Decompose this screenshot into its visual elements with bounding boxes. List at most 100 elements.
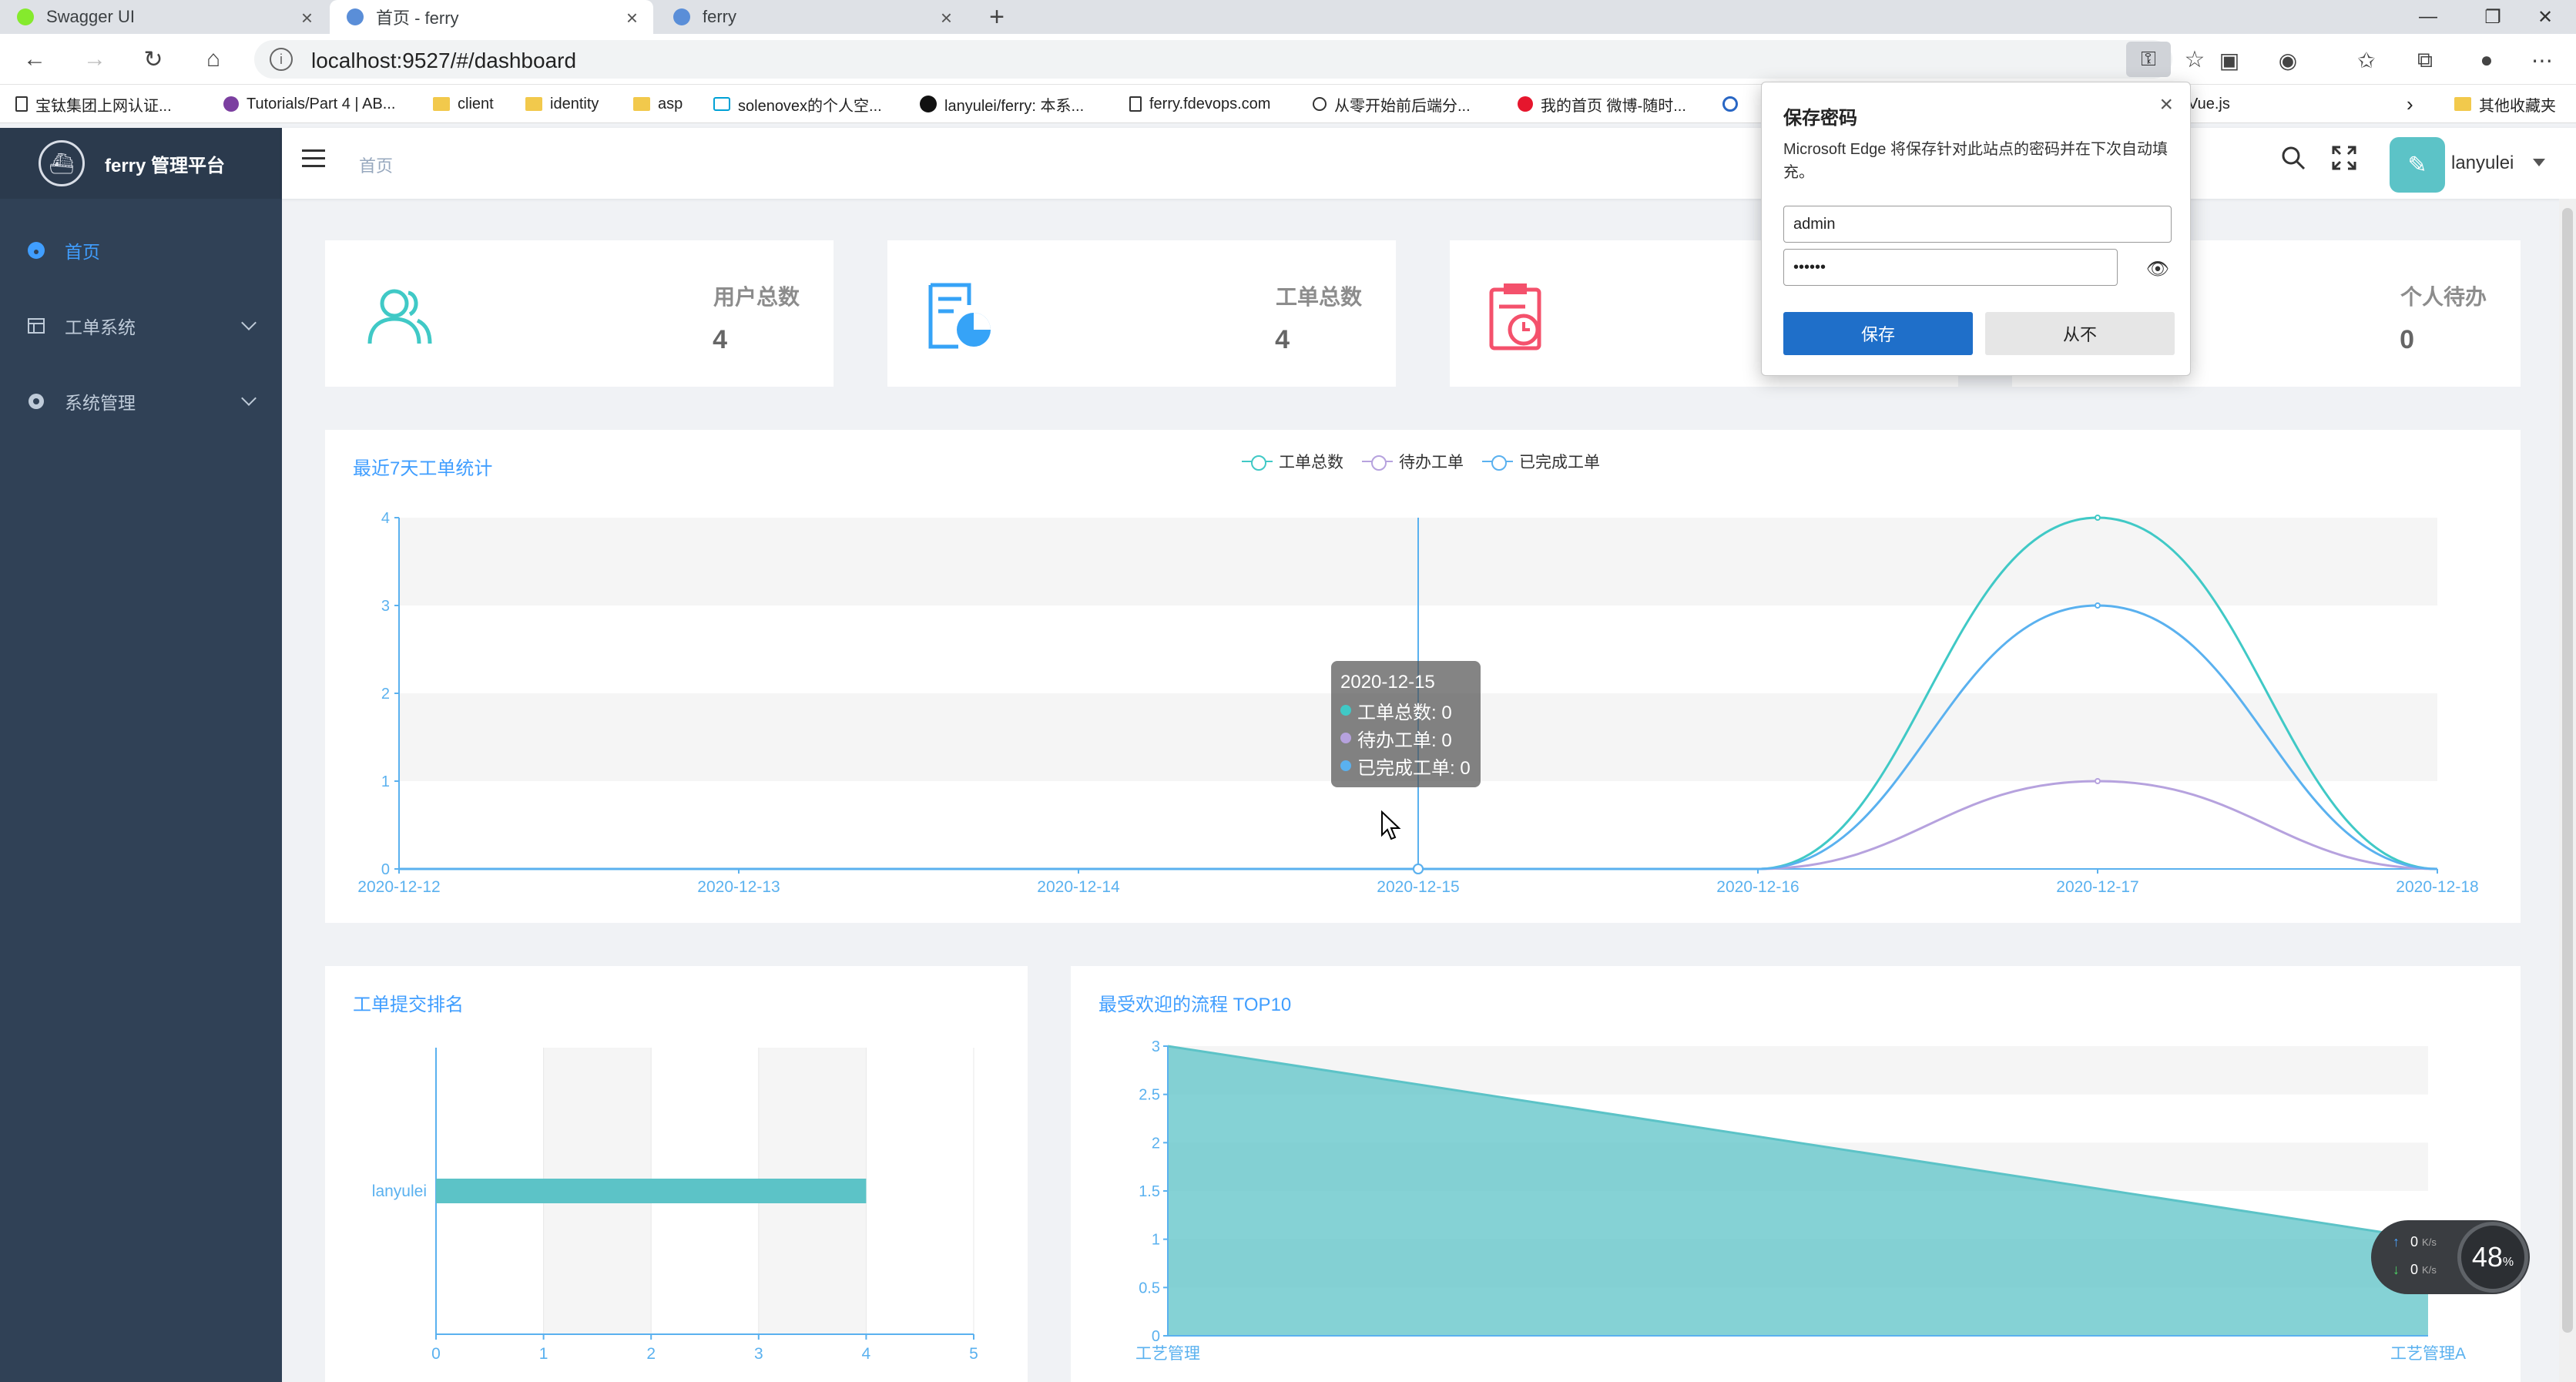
home-icon[interactable]: ⌂ xyxy=(196,42,231,77)
chevron-down-icon xyxy=(241,391,257,406)
bookmark-item[interactable]: ferry.fdevops.com xyxy=(1129,85,1270,123)
save-password-dialog: 保存密码 × Microsoft Edge 将保存针对此站点的密码并在下次自动填… xyxy=(1761,82,2191,376)
bookmark-item[interactable]: client xyxy=(433,85,494,123)
app-logo[interactable]: ⛴ ferry 管理平台 xyxy=(0,128,282,199)
vue-icon xyxy=(1722,96,1738,112)
eye-icon[interactable]: 👁 xyxy=(2144,258,2172,280)
url-text[interactable]: localhost:9527/#/dashboard xyxy=(311,49,576,73)
bookmark-item[interactable]: 我的首页 微博-随时... xyxy=(1518,85,1686,123)
extension-globe-icon[interactable]: ◉ xyxy=(2272,45,2303,75)
caret-down-icon[interactable] xyxy=(2533,159,2545,166)
close-icon[interactable]: × xyxy=(2159,92,2173,118)
bookmark-item[interactable]: asp xyxy=(633,85,683,123)
bookmark-item[interactable] xyxy=(1722,85,1746,123)
site-info-icon[interactable]: i xyxy=(270,48,293,71)
profile-icon[interactable]: ● xyxy=(2471,45,2502,75)
tab-ferry[interactable]: ferry × xyxy=(656,0,968,34)
bar-chart[interactable]: 0 1 2 3 4 5 lanyulei xyxy=(325,966,1028,1382)
github-icon xyxy=(920,96,937,112)
sidebar-item-label: 系统管理 xyxy=(65,393,136,413)
x-tick-label: 4 xyxy=(862,1345,871,1363)
browser-tab-bar: Swagger UI × 首页 - ferry × ferry × + — ❐ … xyxy=(0,0,2576,34)
stat-label: 个人待办 xyxy=(2400,285,2487,309)
bookmark-item[interactable]: solenovex的个人空... xyxy=(713,85,882,123)
address-bar[interactable]: i localhost:9527/#/dashboard ⚿ ☆ xyxy=(254,40,2205,79)
close-tab-icon[interactable]: × xyxy=(941,6,952,30)
refresh-icon[interactable]: ↻ xyxy=(136,42,171,77)
folder-icon xyxy=(633,97,650,111)
more-menu-icon[interactable]: ⋯ xyxy=(2527,45,2558,75)
save-button[interactable]: 保存 xyxy=(1783,312,1973,355)
tooltip-title: 2020-12-15 xyxy=(1340,672,1435,693)
sidebar: ⛴ ferry 管理平台 首页 工单系统 系统管理 xyxy=(0,128,282,1382)
bookmarks-overflow-chevron-icon[interactable]: › xyxy=(2407,85,2413,123)
series-dot-icon xyxy=(1340,760,1351,771)
sidebar-item-dashboard[interactable]: 首页 xyxy=(0,213,282,288)
collections-icon[interactable]: ⧉ xyxy=(2410,45,2440,75)
bookmark-item[interactable]: identity xyxy=(525,85,599,123)
area-chart[interactable]: 0 0.5 1 1.5 2 2.5 3 工艺管理 工艺管理A xyxy=(1071,966,2521,1382)
close-tab-icon[interactable]: × xyxy=(301,6,313,30)
username-field[interactable]: admin xyxy=(1783,206,2172,243)
data-point[interactable] xyxy=(2095,602,2101,609)
x-tick-label: 2020-12-16 xyxy=(1716,878,1799,896)
bookmark-other-folder[interactable]: 其他收藏夹 xyxy=(2454,85,2556,123)
extension-icon[interactable]: ▣ xyxy=(2214,45,2245,75)
series-dot-icon xyxy=(1340,733,1351,743)
bilibili-icon xyxy=(713,97,730,111)
x-tick-label: 2020-12-18 xyxy=(2396,878,2478,896)
y-tick-label: 0 xyxy=(381,861,390,878)
data-point[interactable] xyxy=(1413,864,1424,874)
bookmark-item[interactable]: 宝钛集团上网认证... xyxy=(15,85,172,123)
circle-icon xyxy=(223,96,239,112)
hamburger-icon[interactable] xyxy=(302,149,325,169)
forward-icon[interactable]: → xyxy=(77,42,112,77)
chevron-down-icon xyxy=(241,315,257,330)
app-title: ferry 管理平台 xyxy=(105,155,226,176)
bookmark-item[interactable]: lanyulei/ferry: 本系... xyxy=(920,85,1084,123)
swagger-favicon-icon xyxy=(17,8,34,25)
password-key-icon[interactable]: ⚿ xyxy=(2126,42,2171,77)
stat-label: 工单总数 xyxy=(1275,285,1362,309)
sidebar-item-system[interactable]: 系统管理 xyxy=(0,364,282,439)
ship-logo-icon: ⛴ xyxy=(39,140,85,186)
y-tick-label: lanyulei xyxy=(372,1182,427,1200)
document-chart-icon xyxy=(928,283,991,349)
tab-swagger[interactable]: Swagger UI × xyxy=(0,0,328,34)
close-window-icon[interactable]: ✕ xyxy=(2514,0,2576,34)
close-tab-icon[interactable]: × xyxy=(626,6,638,30)
avatar[interactable]: ✎ xyxy=(2390,137,2445,193)
data-point[interactable] xyxy=(2095,778,2101,784)
data-point[interactable] xyxy=(2095,515,2101,521)
minimize-icon[interactable]: — xyxy=(2397,0,2459,34)
password-field[interactable]: •••••• xyxy=(1783,249,2118,286)
stat-card-workorders[interactable]: 工单总数 4 xyxy=(887,240,1396,387)
search-icon[interactable] xyxy=(2280,145,2306,178)
scrollbar-thumb[interactable] xyxy=(2562,208,2573,1333)
network-speed-widget[interactable]: ↑ 0 K/s ↓ 0 K/s 48% xyxy=(2371,1220,2530,1294)
fullscreen-icon[interactable] xyxy=(2331,145,2357,178)
ferry-favicon-icon xyxy=(673,8,690,25)
favorites-icon[interactable]: ✩ xyxy=(2351,45,2382,75)
bar-chart-panel: 工单提交排名 0 1 2 3 4 5 lanyulei xyxy=(325,966,1028,1382)
new-tab-button[interactable]: + xyxy=(980,0,1014,34)
y-tick-label: 3 xyxy=(1152,1038,1160,1055)
never-button[interactable]: 从不 xyxy=(1985,312,2175,355)
bookmark-item[interactable]: Vue.js xyxy=(2188,85,2230,123)
stat-label: 用户总数 xyxy=(713,285,800,309)
back-icon[interactable]: ← xyxy=(17,42,52,77)
y-tick-label: 1.5 xyxy=(1139,1183,1160,1200)
sidebar-item-workorder[interactable]: 工单系统 xyxy=(0,288,282,364)
bookmark-item[interactable]: Tutorials/Part 4 | AB... xyxy=(223,85,395,123)
bookmark-item[interactable]: 从零开始前后端分... xyxy=(1313,85,1471,123)
username[interactable]: lanyulei xyxy=(2451,153,2514,174)
favorite-star-icon[interactable]: ☆ xyxy=(2177,43,2212,75)
stat-card-users[interactable]: 用户总数 4 xyxy=(325,240,834,387)
x-tick-label: 2020-12-17 xyxy=(2056,878,2138,896)
tab-dashboard[interactable]: 首页 - ferry × xyxy=(330,0,653,34)
tab-label: Swagger UI xyxy=(46,7,135,26)
y-tick-label: 2.5 xyxy=(1139,1087,1160,1104)
y-tick-label: 3 xyxy=(381,598,390,615)
breadcrumb[interactable]: 首页 xyxy=(359,153,393,177)
top-navbar: 首页 ✎ lanyulei xyxy=(282,128,2576,199)
